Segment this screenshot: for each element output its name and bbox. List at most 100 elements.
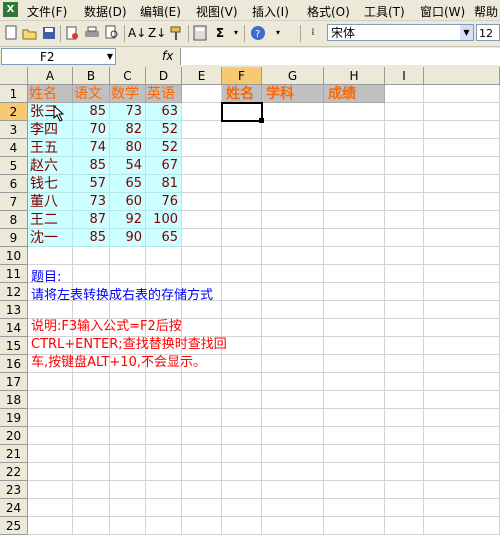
grid-cell[interactable]	[222, 283, 262, 301]
format-painter-icon[interactable]	[168, 25, 184, 41]
grid-cell[interactable]	[385, 247, 424, 265]
row-header-12[interactable]: 12	[0, 283, 28, 301]
grid-cell[interactable]	[385, 265, 424, 283]
grid-cell[interactable]	[146, 499, 182, 517]
grid-cell[interactable]	[182, 85, 222, 103]
row-header-20[interactable]: 20	[0, 427, 28, 445]
left-table-header[interactable]: 语文	[73, 85, 110, 103]
grid-cell[interactable]	[222, 301, 262, 319]
menu-window[interactable]: 窗口(W)	[420, 3, 465, 20]
score-cell[interactable]: 67	[146, 157, 182, 175]
grid-cell[interactable]	[324, 157, 385, 175]
grid-cell[interactable]	[182, 211, 222, 229]
score-cell[interactable]: 90	[110, 229, 146, 247]
grid-cell[interactable]	[324, 463, 385, 481]
left-table-header[interactable]: 姓名	[28, 85, 73, 103]
left-table-header[interactable]: 数学	[110, 85, 146, 103]
grid-cell[interactable]	[262, 157, 324, 175]
grid-cell[interactable]	[28, 391, 73, 409]
grid-cell[interactable]	[385, 211, 424, 229]
grid-cell[interactable]	[424, 445, 500, 463]
save-icon[interactable]	[41, 25, 57, 41]
menu-data[interactable]: 数据(D)	[84, 3, 127, 20]
score-cell[interactable]: 52	[146, 139, 182, 157]
row-header-5[interactable]: 5	[0, 157, 28, 175]
grid-cell[interactable]	[182, 247, 222, 265]
row-header-9[interactable]: 9	[0, 229, 28, 247]
column-header-a[interactable]: A	[28, 67, 73, 85]
grid-cell[interactable]	[424, 121, 500, 139]
student-name-cell[interactable]: 钱七	[28, 175, 73, 193]
help-dropdown-icon[interactable]: ▾	[270, 25, 286, 41]
grid-cell[interactable]	[324, 247, 385, 265]
grid-cell[interactable]	[385, 445, 424, 463]
grid-cell[interactable]	[262, 247, 324, 265]
grid-cell[interactable]	[324, 337, 385, 355]
grid-cell[interactable]	[424, 157, 500, 175]
grid-cell[interactable]	[28, 373, 73, 391]
grid-cell[interactable]	[324, 175, 385, 193]
column-header-f[interactable]: F	[222, 67, 262, 85]
grid-cell[interactable]	[73, 373, 110, 391]
grid-cell[interactable]	[262, 373, 324, 391]
student-name-cell[interactable]: 张三	[28, 103, 73, 121]
grid-cell[interactable]	[324, 445, 385, 463]
grid-cell[interactable]	[424, 409, 500, 427]
score-cell[interactable]: 54	[110, 157, 146, 175]
grid-cell[interactable]	[28, 427, 73, 445]
row-header-25[interactable]: 25	[0, 517, 28, 535]
row-header-8[interactable]: 8	[0, 211, 28, 229]
grid-cell[interactable]	[262, 193, 324, 211]
menu-file[interactable]: 文件(F)	[27, 3, 67, 20]
grid-cell[interactable]	[324, 283, 385, 301]
grid-cell[interactable]	[28, 409, 73, 427]
grid-cell[interactable]	[262, 499, 324, 517]
grid-cell[interactable]	[182, 121, 222, 139]
grid-cell[interactable]	[73, 445, 110, 463]
grid-cell[interactable]	[222, 409, 262, 427]
grid-cell[interactable]	[28, 463, 73, 481]
grid-cell[interactable]	[385, 391, 424, 409]
grid-cell[interactable]	[73, 391, 110, 409]
grid-cell[interactable]	[110, 463, 146, 481]
row-header-6[interactable]: 6	[0, 175, 28, 193]
fill-handle[interactable]	[259, 118, 264, 123]
score-cell[interactable]: 74	[73, 139, 110, 157]
grid-cell[interactable]	[222, 445, 262, 463]
menu-view[interactable]: 视图(V)	[196, 3, 238, 20]
grid-cell[interactable]	[262, 481, 324, 499]
grid-cell[interactable]	[262, 463, 324, 481]
grid-cell[interactable]	[324, 373, 385, 391]
grid-cell[interactable]	[424, 481, 500, 499]
grid-cell[interactable]	[28, 517, 73, 535]
grid-cell[interactable]	[385, 463, 424, 481]
grid-cell[interactable]	[146, 391, 182, 409]
grid-cell[interactable]	[424, 103, 500, 121]
grid-cell[interactable]	[385, 85, 424, 103]
student-name-cell[interactable]: 李四	[28, 121, 73, 139]
score-cell[interactable]: 92	[110, 211, 146, 229]
grid-cell[interactable]	[28, 481, 73, 499]
row-header-18[interactable]: 18	[0, 391, 28, 409]
right-table-header[interactable]: 学科	[262, 85, 324, 103]
grid-cell[interactable]	[182, 463, 222, 481]
grid-cell[interactable]	[182, 103, 222, 121]
grid-cell[interactable]	[110, 481, 146, 499]
grid-cell[interactable]	[182, 157, 222, 175]
grid-cell[interactable]	[385, 409, 424, 427]
student-name-cell[interactable]: 董八	[28, 193, 73, 211]
student-name-cell[interactable]: 沈一	[28, 229, 73, 247]
grid-cell[interactable]	[222, 193, 262, 211]
row-header-4[interactable]: 4	[0, 139, 28, 157]
grid-cell[interactable]	[28, 247, 73, 265]
score-cell[interactable]: 70	[73, 121, 110, 139]
name-box[interactable]: F2 ▼	[1, 48, 116, 65]
grid-cell[interactable]	[324, 499, 385, 517]
grid-cell[interactable]	[385, 139, 424, 157]
grid-cell[interactable]	[385, 175, 424, 193]
row-header-7[interactable]: 7	[0, 193, 28, 211]
column-header-g[interactable]: G	[262, 67, 324, 85]
grid-cell[interactable]	[324, 355, 385, 373]
grid-cell[interactable]	[262, 409, 324, 427]
score-cell[interactable]: 73	[73, 193, 110, 211]
